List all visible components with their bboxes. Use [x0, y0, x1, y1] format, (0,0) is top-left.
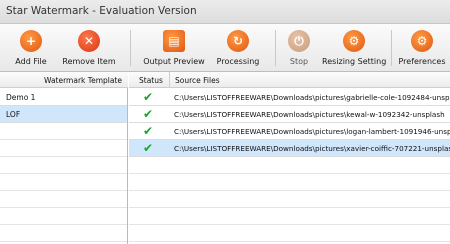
- preview-icon: ▤: [163, 30, 185, 52]
- file-list: Status Source Files ✔ C:\Users\LISTOFFRE…: [129, 72, 450, 244]
- add-file-label: Add File: [15, 57, 47, 66]
- add-file-icon: +: [20, 30, 42, 52]
- file-path: C:\Users\LISTOFFREEWARE\Downloads\pictur…: [174, 144, 450, 153]
- empty-row: [0, 140, 127, 157]
- preferences-label: Preferences: [398, 57, 446, 66]
- file-path: C:\Users\LISTOFFREEWARE\Downloads\pictur…: [174, 110, 445, 119]
- empty-row: [0, 157, 127, 174]
- file-path: C:\Users\LISTOFFREEWARE\Downloads\pictur…: [174, 127, 450, 136]
- empty-row: [129, 174, 450, 191]
- file-path: C:\Users\LISTOFFREEWARE\Downloads\pictur…: [174, 93, 450, 102]
- title-bar: Star Watermark - Evaluation Version: [0, 0, 450, 24]
- template-item-label: LOF: [6, 110, 21, 119]
- processing-icon: ↻: [227, 30, 249, 52]
- remove-item-label: Remove Item: [62, 57, 116, 66]
- add-file-button[interactable]: + Add File: [2, 24, 60, 72]
- empty-row: [129, 157, 450, 174]
- empty-row: [0, 174, 127, 191]
- stop-label: Stop: [289, 57, 309, 66]
- template-item-label: Demo 1: [6, 93, 36, 102]
- checkmark-icon: ✔: [143, 124, 154, 138]
- empty-row: [129, 208, 450, 225]
- file-row[interactable]: ✔ C:\Users\LISTOFFREEWARE\Downloads\pict…: [129, 106, 450, 123]
- file-row-selected[interactable]: ✔ C:\Users\LISTOFFREEWARE\Downloads\pict…: [129, 140, 450, 157]
- empty-row: [129, 191, 450, 208]
- file-list-header: Status Source Files: [129, 72, 450, 88]
- stop-button[interactable]: ⏻ Stop: [280, 24, 318, 72]
- source-files-column-header[interactable]: Source Files: [175, 76, 220, 85]
- checkmark-icon: ✔: [143, 141, 154, 155]
- file-row[interactable]: ✔ C:\Users\LISTOFFREEWARE\Downloads\pict…: [129, 89, 450, 106]
- window-title: Star Watermark - Evaluation Version: [6, 5, 197, 17]
- toolbar-separator: [391, 30, 392, 66]
- processing-button[interactable]: ↻ Processing: [208, 24, 268, 72]
- empty-row: [0, 225, 127, 242]
- empty-row: [0, 208, 127, 225]
- processing-label: Processing: [216, 57, 260, 66]
- checkmark-icon: ✔: [143, 107, 154, 121]
- resizing-setting-label: Resizing Setting: [322, 57, 387, 66]
- template-list: Watermark Template Demo 1 LOF: [0, 72, 128, 244]
- stop-icon: ⏻: [288, 30, 310, 52]
- watermark-template-header: Watermark Template: [44, 76, 122, 85]
- toolbar: + Add File ✕ Remove Item ▤ Output Previe…: [0, 24, 450, 72]
- toolbar-separator: [275, 30, 276, 66]
- resizing-setting-button[interactable]: ⚙ Resizing Setting: [322, 24, 386, 72]
- remove-icon: ✕: [78, 30, 100, 52]
- file-row[interactable]: ✔ C:\Users\LISTOFFREEWARE\Downloads\pict…: [129, 123, 450, 140]
- template-item-lof[interactable]: LOF: [0, 106, 127, 123]
- preferences-button[interactable]: ⚙ Preferences: [394, 24, 450, 72]
- toolbar-separator: [130, 30, 131, 66]
- template-item-demo-1[interactable]: Demo 1: [0, 89, 127, 106]
- gear-icon: ⚙: [411, 30, 433, 52]
- empty-row: [0, 191, 127, 208]
- template-list-header: Watermark Template: [0, 72, 128, 88]
- empty-row: [0, 123, 127, 140]
- remove-item-button[interactable]: ✕ Remove Item: [60, 24, 118, 72]
- empty-row: [129, 225, 450, 242]
- checkmark-icon: ✔: [143, 90, 154, 104]
- column-divider[interactable]: [169, 72, 170, 88]
- output-preview-button[interactable]: ▤ Output Preview: [142, 24, 206, 72]
- output-preview-label: Output Preview: [143, 57, 205, 66]
- status-column-header[interactable]: Status: [139, 76, 163, 85]
- gear-icon: ⚙: [343, 30, 365, 52]
